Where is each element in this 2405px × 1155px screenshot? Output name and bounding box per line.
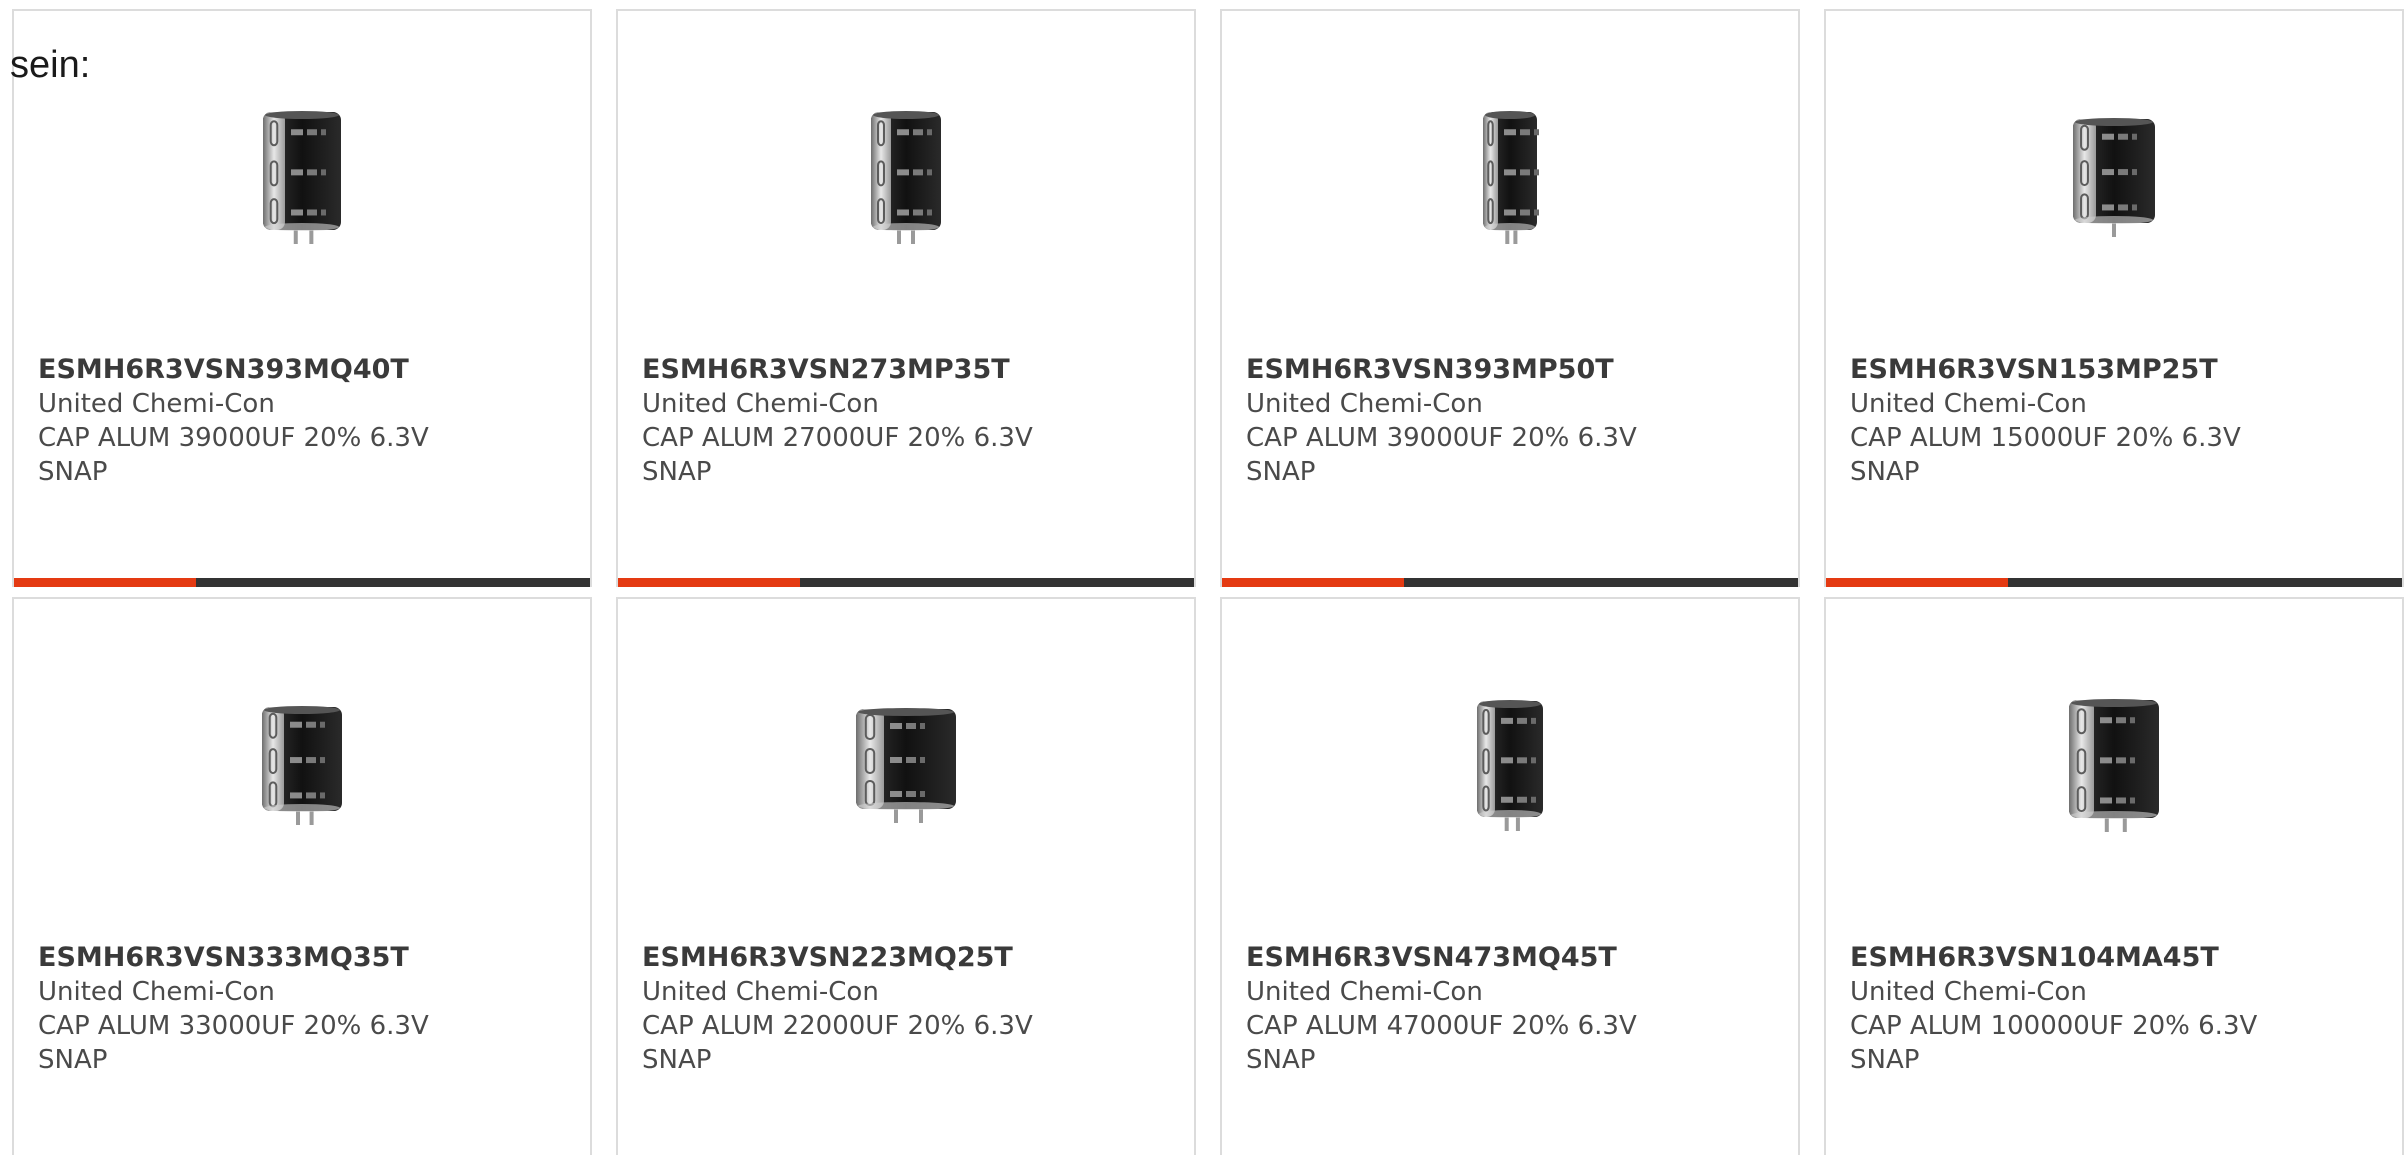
capacitor-icon xyxy=(1477,700,1543,831)
product-info: ESMH6R3VSN393MQ40T United Chemi-Con CAP … xyxy=(38,353,580,489)
description-package: SNAP xyxy=(642,1045,712,1075)
product-card[interactable]: ESMH6R3VSN473MQ45T United Chemi-Con CAP … xyxy=(1220,597,1800,1155)
product-info: ESMH6R3VSN223MQ25T United Chemi-Con CAP … xyxy=(642,941,1184,1077)
part-number[interactable]: ESMH6R3VSN223MQ25T xyxy=(642,941,1184,975)
manufacturer: United Chemi-Con xyxy=(1850,389,2087,419)
manufacturer: United Chemi-Con xyxy=(38,977,275,1007)
product-info: ESMH6R3VSN273MP35T United Chemi-Con CAP … xyxy=(642,353,1184,489)
product-info: ESMH6R3VSN153MP25T United Chemi-Con CAP … xyxy=(1850,353,2392,489)
page: sein: ESMH6R3VSN393MQ40T United Chemi-Co… xyxy=(0,0,2405,1155)
capacitor-icon xyxy=(2073,118,2155,237)
capacitor-image[interactable] xyxy=(202,667,402,867)
description-package: SNAP xyxy=(1850,1045,1920,1075)
part-number[interactable]: ESMH6R3VSN393MP50T xyxy=(1246,353,1788,387)
description-package: SNAP xyxy=(38,457,108,487)
part-number[interactable]: ESMH6R3VSN473MQ45T xyxy=(1246,941,1788,975)
product-info: ESMH6R3VSN104MA45T United Chemi-Con CAP … xyxy=(1850,941,2392,1077)
product-card[interactable]: ESMH6R3VSN153MP25T United Chemi-Con CAP … xyxy=(1824,9,2404,587)
capacitor-icon xyxy=(2069,699,2159,832)
part-number[interactable]: ESMH6R3VSN333MQ35T xyxy=(38,941,580,975)
card-accent-bar xyxy=(1222,578,1404,587)
part-number[interactable]: ESMH6R3VSN393MQ40T xyxy=(38,353,580,387)
manufacturer: United Chemi-Con xyxy=(642,977,879,1007)
description: CAP ALUM 39000UF 20% 6.3V xyxy=(1246,423,1637,453)
capacitor-icon xyxy=(856,708,956,823)
card-bottom-bar xyxy=(1222,578,1798,587)
manufacturer: United Chemi-Con xyxy=(1850,977,2087,1007)
capacitor-image[interactable] xyxy=(2014,79,2214,279)
card-bottom-bar xyxy=(14,578,590,587)
capacitor-image[interactable] xyxy=(1410,79,1610,279)
capacitor-image[interactable] xyxy=(806,667,1006,867)
description-package: SNAP xyxy=(1850,457,1920,487)
product-info: ESMH6R3VSN473MQ45T United Chemi-Con CAP … xyxy=(1246,941,1788,1077)
capacitor-icon xyxy=(871,111,941,244)
description: CAP ALUM 27000UF 20% 6.3V xyxy=(642,423,1033,453)
description-package: SNAP xyxy=(642,457,712,487)
card-bottom-bar xyxy=(1826,578,2402,587)
description: CAP ALUM 100000UF 20% 6.3V xyxy=(1850,1011,2258,1041)
capacitor-icon xyxy=(262,706,342,825)
capacitor-image[interactable] xyxy=(202,79,402,279)
part-number[interactable]: ESMH6R3VSN153MP25T xyxy=(1850,353,2392,387)
product-card[interactable]: ESMH6R3VSN393MP50T United Chemi-Con CAP … xyxy=(1220,9,1800,587)
manufacturer: United Chemi-Con xyxy=(1246,977,1483,1007)
capacitor-image[interactable] xyxy=(806,79,1006,279)
description: CAP ALUM 33000UF 20% 6.3V xyxy=(38,1011,429,1041)
card-accent-bar xyxy=(1826,578,2008,587)
description: CAP ALUM 15000UF 20% 6.3V xyxy=(1850,423,2241,453)
manufacturer: United Chemi-Con xyxy=(38,389,275,419)
product-card[interactable]: ESMH6R3VSN393MQ40T United Chemi-Con CAP … xyxy=(12,9,592,587)
product-card[interactable]: ESMH6R3VSN273MP35T United Chemi-Con CAP … xyxy=(616,9,1196,587)
product-info: ESMH6R3VSN333MQ35T United Chemi-Con CAP … xyxy=(38,941,580,1077)
capacitor-image[interactable] xyxy=(2014,667,2214,867)
capacitor-image[interactable] xyxy=(1410,667,1610,867)
product-card[interactable]: ESMH6R3VSN333MQ35T United Chemi-Con CAP … xyxy=(12,597,592,1155)
card-bottom-bar xyxy=(618,578,1194,587)
description: CAP ALUM 39000UF 20% 6.3V xyxy=(38,423,429,453)
description-package: SNAP xyxy=(38,1045,108,1075)
description-package: SNAP xyxy=(1246,1045,1316,1075)
part-number[interactable]: ESMH6R3VSN104MA45T xyxy=(1850,941,2392,975)
intro-text: sein: xyxy=(10,44,91,86)
product-card[interactable]: ESMH6R3VSN104MA45T United Chemi-Con CAP … xyxy=(1824,597,2404,1155)
product-grid: ESMH6R3VSN393MQ40T United Chemi-Con CAP … xyxy=(12,9,2404,1155)
product-info: ESMH6R3VSN393MP50T United Chemi-Con CAP … xyxy=(1246,353,1788,489)
description-package: SNAP xyxy=(1246,457,1316,487)
description: CAP ALUM 22000UF 20% 6.3V xyxy=(642,1011,1033,1041)
product-card[interactable]: ESMH6R3VSN223MQ25T United Chemi-Con CAP … xyxy=(616,597,1196,1155)
description: CAP ALUM 47000UF 20% 6.3V xyxy=(1246,1011,1637,1041)
part-number[interactable]: ESMH6R3VSN273MP35T xyxy=(642,353,1184,387)
manufacturer: United Chemi-Con xyxy=(642,389,879,419)
card-accent-bar xyxy=(14,578,196,587)
capacitor-icon xyxy=(263,111,341,244)
manufacturer: United Chemi-Con xyxy=(1246,389,1483,419)
card-accent-bar xyxy=(618,578,800,587)
capacitor-icon xyxy=(1483,111,1539,244)
